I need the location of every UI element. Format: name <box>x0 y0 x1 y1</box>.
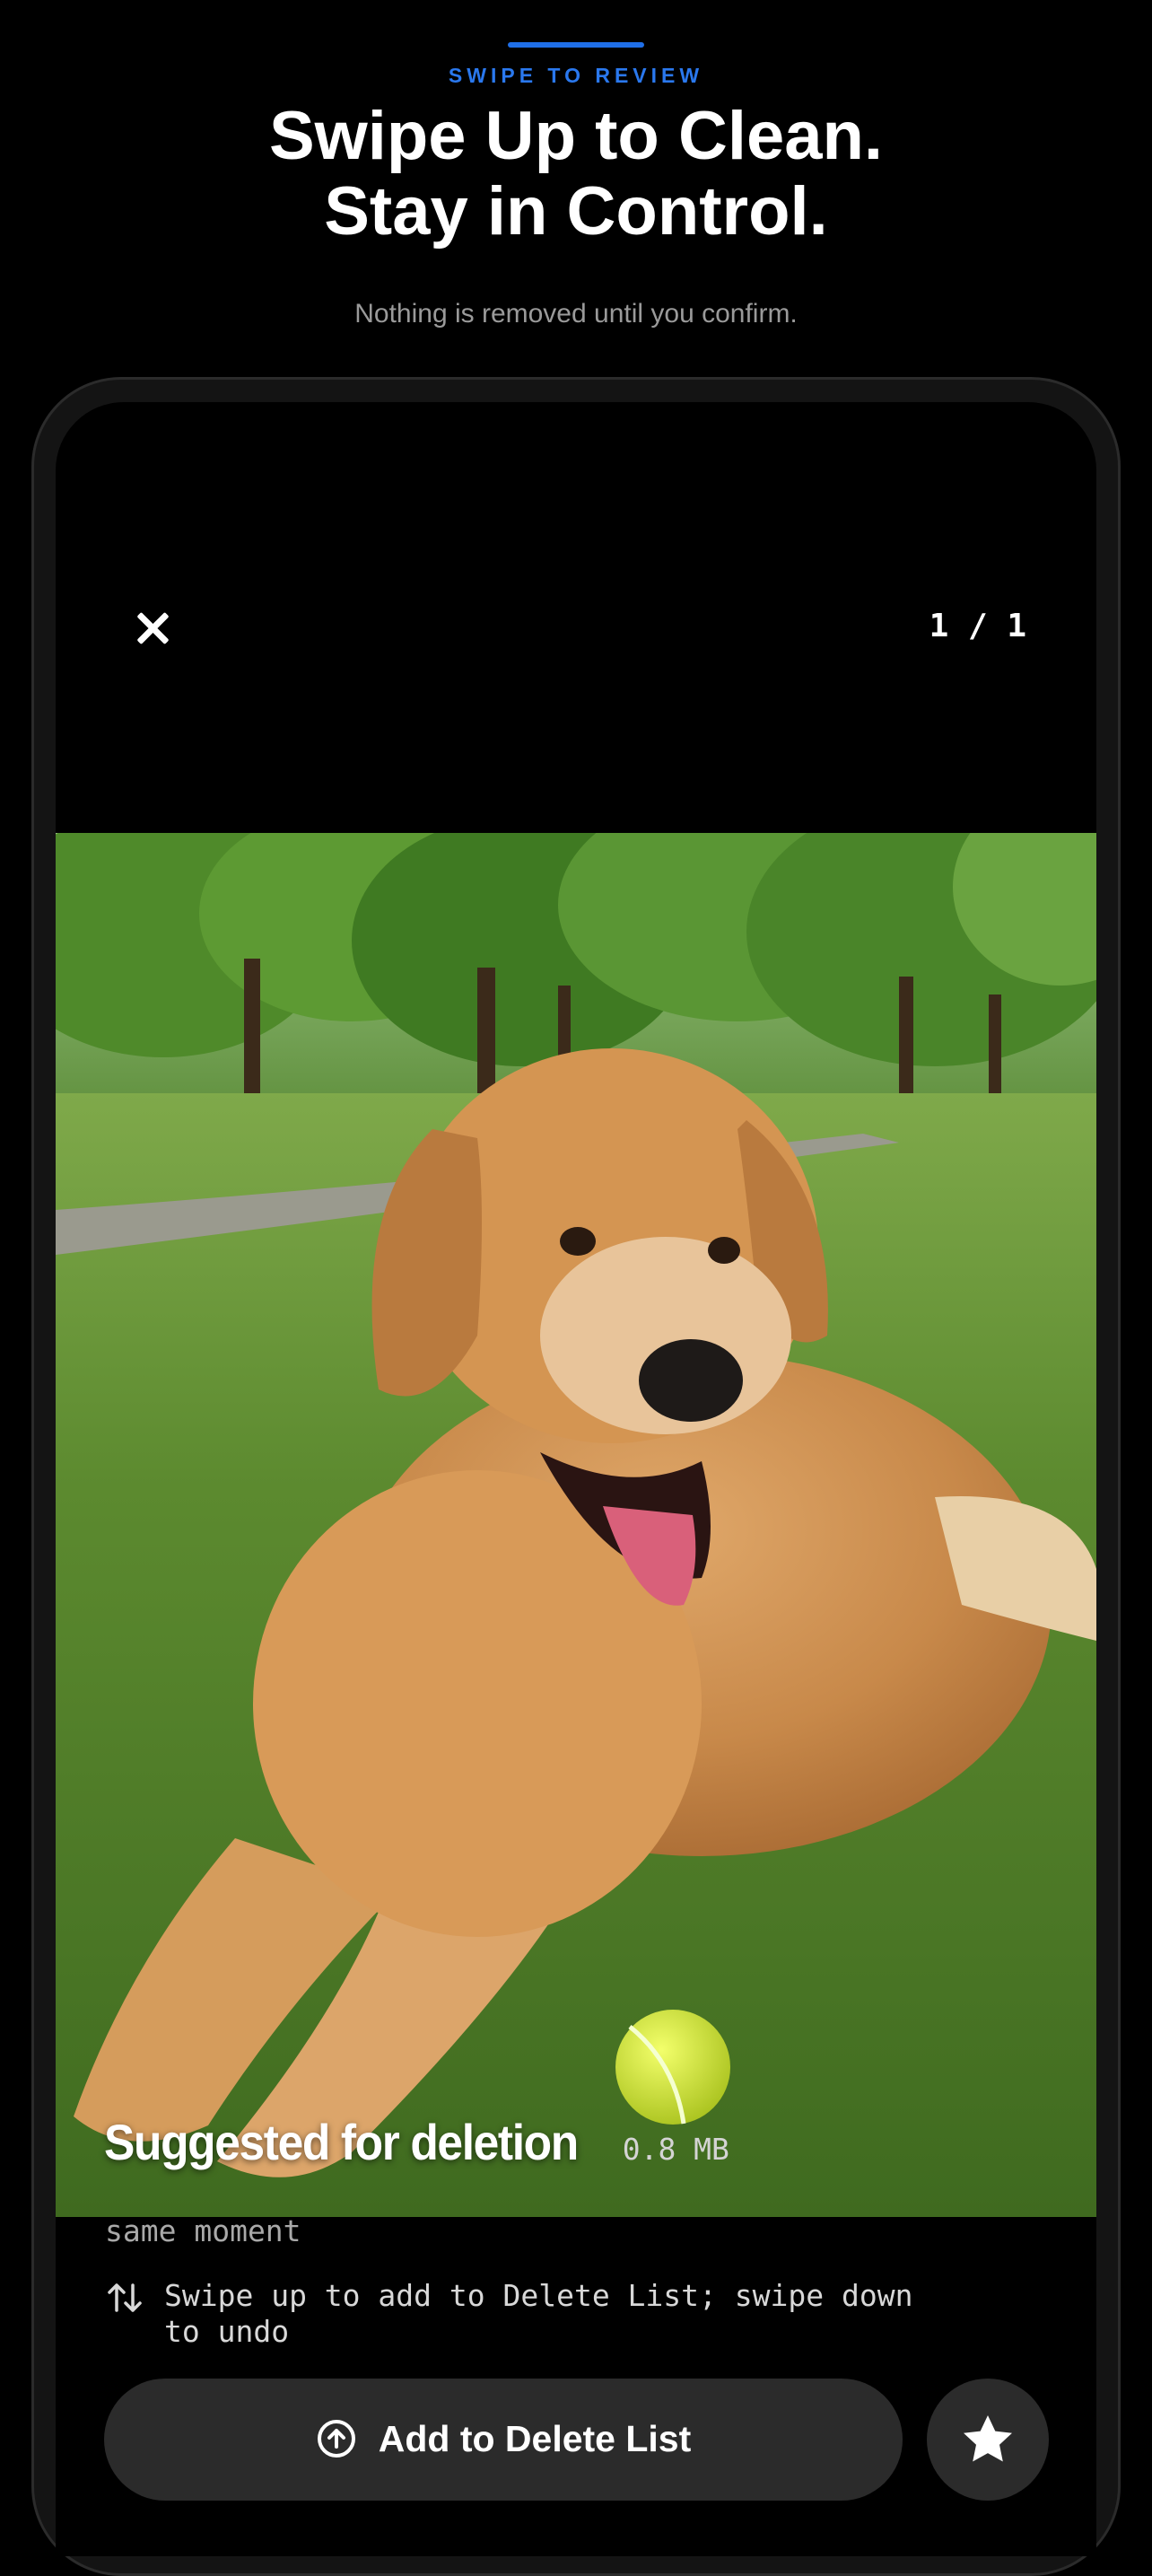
header-accent-line <box>508 42 644 48</box>
headline-line-1: Swipe Up to Clean. <box>268 98 884 174</box>
swap-vertical-arrows-icon <box>108 2283 142 2312</box>
file-size: 0.8 MB <box>622 2132 729 2167</box>
header-subtitle: Nothing is removed until you confirm. <box>354 299 798 329</box>
page-headline: Swipe Up to Clean. Stay in Control. <box>0 99 1152 250</box>
close-icon[interactable] <box>131 607 174 650</box>
photo-counter: 1 / 1 <box>929 608 1026 644</box>
headline-line-2: Stay in Control. <box>324 173 828 250</box>
favorite-button[interactable] <box>927 2379 1049 2501</box>
arrow-up-circle-icon <box>317 2420 355 2458</box>
photo-golden-retriever-icon <box>56 833 1096 2217</box>
header-eyebrow: SWIPE TO REVIEW <box>448 64 704 87</box>
add-to-delete-list-button[interactable]: Add to Delete List <box>104 2379 903 2501</box>
swipe-hint-text: Swipe up to add to Delete List; swipe do… <box>164 2278 913 2349</box>
suggestion-title: Suggested for deletion <box>104 2114 579 2170</box>
photo-preview[interactable] <box>56 833 1096 2217</box>
swipe-hint: Swipe up to add to Delete List; swipe do… <box>105 2278 984 2350</box>
add-to-delete-list-label: Add to Delete List <box>378 2418 692 2459</box>
suggestion-reason: same moment <box>105 2213 301 2248</box>
star-icon <box>964 2415 1012 2462</box>
suggestion-row: Suggested for deletion 0.8 MB <box>104 2113 729 2171</box>
